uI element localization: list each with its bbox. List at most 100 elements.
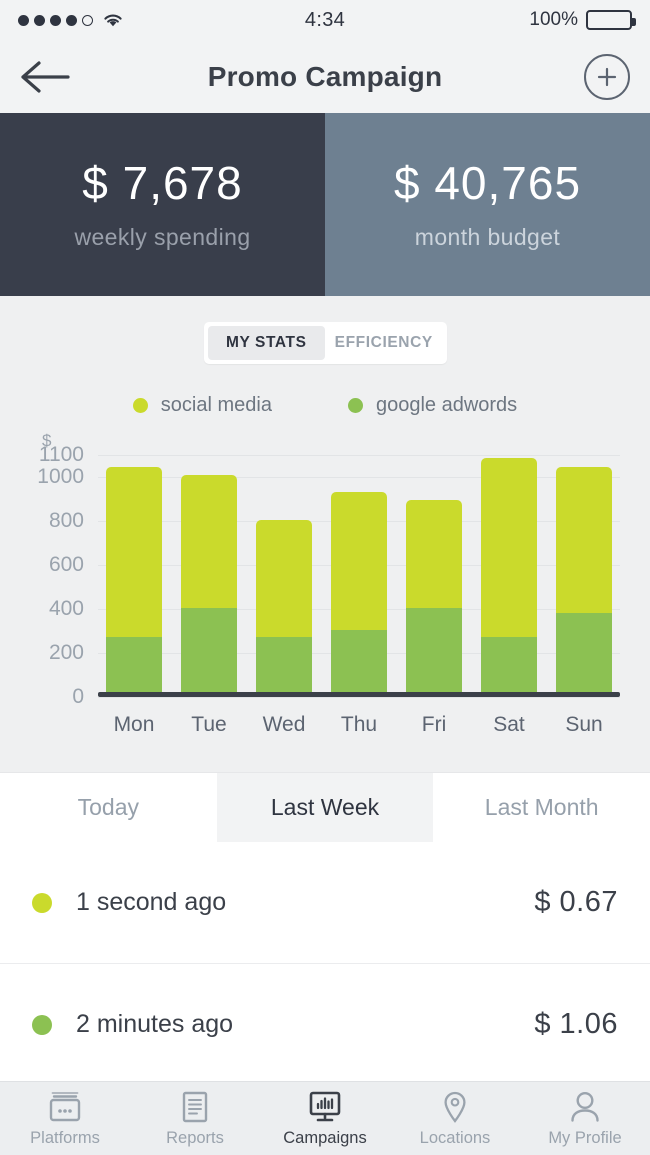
- status-bar: 4:34 100%: [0, 0, 650, 40]
- bar-chart: $ 1100 1000 800 600 400 200 0 Mon Tue Wed Thu Fri S…: [22, 431, 628, 737]
- bar-segment-social-media: [181, 475, 237, 608]
- x-axis-tick-label: Tue: [191, 713, 227, 736]
- weekly-spending-amount: $ 7,678: [82, 156, 243, 209]
- bar-column[interactable]: [481, 455, 537, 692]
- x-axis-tick-label: Wed: [262, 713, 306, 736]
- transaction-status-dot: [32, 892, 52, 913]
- tab-efficiency[interactable]: EFFICIENCY: [325, 326, 443, 360]
- bar-column[interactable]: [181, 455, 237, 692]
- stacked-bar[interactable]: [556, 466, 612, 692]
- add-campaign-button[interactable]: [584, 53, 630, 100]
- period-tab-last-month[interactable]: Last Month: [433, 773, 650, 842]
- bar-column[interactable]: [406, 455, 462, 692]
- period-tab-last-week[interactable]: Last Week: [216, 773, 434, 842]
- bar-segment-social-media: [481, 458, 537, 638]
- x-axis-tick-label: Sun: [565, 713, 603, 736]
- transaction-amount: $ 1.06: [534, 1008, 618, 1040]
- gridline: 0: [72, 685, 620, 708]
- chart-legend: social media google adwords: [0, 394, 650, 417]
- y-axis-tick-label: 800: [48, 509, 84, 532]
- bar-segment-google-adwords: [106, 637, 162, 692]
- bar-column[interactable]: [256, 455, 312, 692]
- battery-full-icon: [586, 10, 636, 30]
- stacked-bar[interactable]: [106, 466, 162, 692]
- x-axis-tick-label: Thu: [340, 713, 378, 736]
- y-axis-tick-label: 600: [48, 553, 84, 576]
- tab-my-stats[interactable]: MY STATS: [207, 326, 325, 360]
- x-axis-tick-label: Mon: [113, 713, 155, 736]
- x-axis-tick-label: Fri: [421, 713, 447, 736]
- stats-segmented-control[interactable]: MY STATS EFFICIENCY: [203, 322, 447, 364]
- y-axis-tick-label: 1000: [37, 465, 84, 488]
- bar-column[interactable]: [331, 455, 387, 692]
- y-axis-tick-label: 1100: [38, 443, 84, 466]
- back-button[interactable]: [20, 54, 76, 100]
- weekly-spending-label: weekly spending: [74, 224, 251, 251]
- transaction-row[interactable]: 1 second ago $ 0.67: [0, 842, 650, 964]
- month-budget-amount: $ 40,765: [393, 156, 582, 209]
- plus-icon: [597, 67, 617, 86]
- bottom-nav-label: Campaigns: [283, 1128, 367, 1147]
- bar-segment-social-media: [256, 519, 312, 638]
- bar-segment-google-adwords: [481, 637, 537, 692]
- transaction-time: 2 minutes ago: [76, 1010, 234, 1038]
- transaction-time: 1 second ago: [76, 888, 227, 916]
- bar-segment-google-adwords: [331, 629, 387, 692]
- month-budget-label: month budget: [414, 224, 561, 251]
- platforms-icon: [45, 1090, 85, 1124]
- bottom-nav-label: Locations: [419, 1128, 491, 1147]
- y-axis-tick-label: 200: [48, 641, 84, 664]
- period-tabs[interactable]: Today Last Week Last Month: [0, 772, 650, 842]
- y-axis-tick-label: 400: [48, 597, 84, 620]
- month-budget-card[interactable]: $ 40,765 month budget: [325, 113, 650, 296]
- user-icon: [568, 1090, 602, 1124]
- app-header: Promo Campaign: [0, 40, 650, 113]
- x-axis-line: [98, 692, 620, 697]
- document-lines-icon: [178, 1090, 212, 1124]
- stacked-bar[interactable]: [256, 519, 312, 692]
- x-axis-tick-label: Sat: [493, 713, 525, 736]
- weekly-spending-card[interactable]: $ 7,678 weekly spending: [0, 113, 325, 296]
- transaction-amount: $ 0.67: [534, 886, 618, 918]
- summary-cards: $ 7,678 weekly spending $ 40,765 month b…: [0, 113, 650, 296]
- legend-label: social media: [160, 394, 272, 416]
- page-title: Promo Campaign: [207, 60, 443, 92]
- chart-bars: [106, 455, 612, 692]
- stacked-bar[interactable]: [181, 475, 237, 692]
- status-bar-time: 4:34: [304, 8, 346, 31]
- arrow-left-icon: [21, 60, 70, 93]
- bar-segment-google-adwords: [406, 607, 462, 692]
- bottom-nav-item-platforms[interactable]: Platforms: [0, 1082, 130, 1155]
- monitor-chart-icon: [305, 1090, 345, 1124]
- bar-segment-google-adwords: [556, 613, 612, 692]
- stacked-bar[interactable]: [331, 491, 387, 692]
- bottom-nav-item-campaigns[interactable]: Campaigns: [260, 1082, 390, 1155]
- transaction-list: 1 second ago $ 0.67 2 minutes ago $ 1.06: [0, 842, 650, 1086]
- period-tab-today[interactable]: Today: [0, 773, 217, 842]
- bottom-nav-item-reports[interactable]: Reports: [130, 1082, 260, 1155]
- bar-segment-social-media: [106, 466, 162, 638]
- bottom-nav-label: Platforms: [30, 1128, 100, 1147]
- bar-segment-google-adwords: [256, 637, 312, 692]
- bar-segment-google-adwords: [181, 607, 237, 692]
- bottom-nav-label: Reports: [166, 1128, 224, 1147]
- chart-panel: MY STATS EFFICIENCY social media google …: [0, 296, 650, 772]
- stacked-bar[interactable]: [406, 500, 462, 692]
- legend-item-google-adwords: google adwords: [347, 394, 517, 417]
- bar-segment-social-media: [331, 491, 387, 630]
- bar-segment-social-media: [406, 500, 462, 608]
- legend-item-social-media: social media: [132, 394, 272, 417]
- map-pin-icon: [440, 1090, 470, 1124]
- stacked-bar[interactable]: [481, 458, 537, 692]
- transaction-row[interactable]: 2 minutes ago $ 1.06: [0, 964, 650, 1086]
- y-axis-tick-label: 0: [72, 685, 84, 708]
- x-axis-labels: Mon Tue Wed Thu Fri Sat Sun: [106, 713, 612, 737]
- bottom-nav-item-my-profile[interactable]: My Profile: [520, 1082, 650, 1155]
- bottom-nav-item-locations[interactable]: Locations: [390, 1082, 520, 1155]
- bar-column[interactable]: [556, 455, 612, 692]
- legend-dot-icon: [132, 398, 148, 413]
- bar-column[interactable]: [106, 455, 162, 692]
- bar-segment-social-media: [556, 466, 612, 614]
- bottom-navigation[interactable]: Platforms Reports Campaigns Locations My Pro…: [0, 1081, 650, 1155]
- bottom-nav-label: My Profile: [548, 1128, 622, 1147]
